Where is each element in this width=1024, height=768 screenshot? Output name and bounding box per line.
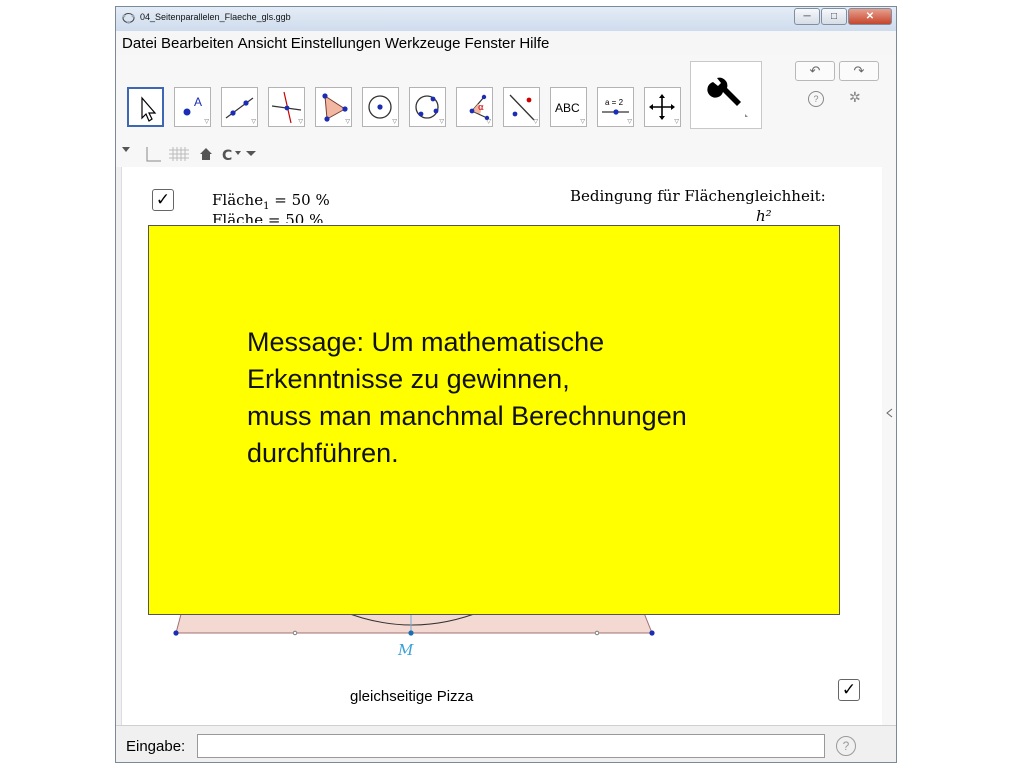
message-box: Message: Um mathematische Erkenntnisse z… — [148, 225, 840, 615]
line-tool[interactable]: ▽ — [221, 87, 258, 127]
dropdown-triangle-icon: ▽ — [204, 119, 209, 125]
window-title: 04_Seitenparallelen_Flaeche_gls.ggb — [140, 12, 291, 22]
menu-bearbeiten[interactable]: Bearbeiten — [161, 35, 234, 52]
angle-tool[interactable]: α ▽ — [456, 87, 493, 127]
maximize-button[interactable]: □ — [821, 8, 847, 25]
dropdown-triangle-icon: ▽ — [439, 119, 444, 125]
point-tool-letter: A — [194, 95, 202, 109]
dropdown-triangle-icon: ▽ — [298, 119, 303, 125]
area2-label: Fläche = 50 % — [212, 211, 324, 223]
collapse-triangle-icon — [122, 147, 130, 152]
menu-datei[interactable]: Datei — [122, 35, 157, 52]
pizza-caption: gleichseitige Pizza — [350, 688, 474, 705]
help-icon[interactable]: ? — [808, 91, 824, 107]
dropdown-triangle-icon: ▽ — [580, 119, 585, 125]
undo-redo-group: ↶ ↷ — [795, 61, 883, 81]
area1-label: Fläche1 = 50 % — [212, 191, 330, 212]
app-window: 04_Seitenparallelen_Flaeche_gls.ggb ─ □ … — [115, 6, 897, 763]
title-bar: 04_Seitenparallelen_Flaeche_gls.ggb ─ □ … — [116, 7, 896, 31]
circle-three-points-tool[interactable]: ▽ — [409, 87, 446, 127]
gear-icon[interactable]: ✲ — [849, 89, 861, 106]
toolbar: A ▽ ▽ ▽ ▽ ▽ ▽ α ▽ ▽ ABC ▽ a = 2 ▽ ▽ ↶ ↷ … — [116, 55, 896, 141]
perpendicular-tool[interactable]: ▽ — [268, 87, 305, 127]
move-tool[interactable] — [127, 87, 164, 127]
dropdown-triangle-icon: ▽ — [486, 119, 491, 125]
style-bar: C — [116, 141, 896, 167]
slider-tool[interactable]: a = 2 ▽ — [597, 87, 634, 127]
menu-einstellungen[interactable]: Einstellungen — [291, 35, 381, 52]
dropdown-triangle-icon: ▽ — [345, 119, 350, 125]
dropdown-triangle-icon: ▽ — [674, 119, 679, 125]
point-m-label: M — [398, 641, 414, 659]
angle-alpha-label: α — [478, 103, 484, 113]
dropdown-triangle-icon: ▽ — [627, 119, 632, 125]
chevron-left-icon — [886, 408, 893, 418]
arrow-pointer-icon — [141, 96, 157, 122]
geogebra-app-icon — [122, 13, 135, 24]
axes-toggle-icon — [146, 147, 161, 162]
menu-hilfe[interactable]: Hilfe — [519, 35, 549, 52]
wrench-icon — [707, 77, 748, 117]
dropdown-triangle-icon: ▽ — [392, 119, 397, 125]
menu-werkzeuge[interactable]: Werkzeuge — [385, 35, 461, 52]
checkbox-show-areas[interactable]: ✓ — [152, 189, 174, 211]
formula-fragment: h² — [756, 207, 772, 225]
undo-button[interactable]: ↶ — [795, 61, 835, 81]
home-icon — [200, 148, 212, 160]
polygon-tool[interactable]: ▽ — [315, 87, 352, 127]
move-graphics-tool[interactable]: ▽ — [644, 87, 681, 127]
checkbox-pizza[interactable]: ✓ — [838, 679, 860, 701]
reflect-tool[interactable]: ▽ — [503, 87, 540, 127]
dropdown-triangle-icon: ▽ — [533, 119, 538, 125]
input-field[interactable] — [197, 734, 825, 758]
point-capture-icon: C — [222, 148, 232, 164]
dropdown-triangle-icon: ▽ — [251, 119, 256, 125]
circle-tool[interactable]: ▽ — [362, 87, 399, 127]
slider-tool-label: a = 2 — [605, 98, 624, 107]
condition-heading: Bedingung für Flächengleichheit: — [570, 187, 826, 205]
message-text: Message: Um mathematische Erkenntnisse z… — [247, 327, 687, 468]
redo-button[interactable]: ↷ — [839, 61, 879, 81]
grid-toggle-icon — [169, 147, 189, 161]
chevron-down-icon — [246, 151, 256, 156]
style-bar-icons: C — [122, 147, 256, 164]
menu-bar: Datei Bearbeiten Ansicht Einstellungen W… — [116, 31, 896, 55]
text-tool[interactable]: ABC ▽ — [550, 87, 587, 127]
close-button[interactable]: ✕ — [848, 8, 892, 25]
menu-fenster[interactable]: Fenster — [464, 35, 515, 52]
customize-toolbar-button[interactable] — [690, 61, 762, 129]
text-tool-abc: ABC — [555, 101, 580, 115]
right-panel-toggle[interactable] — [882, 167, 896, 725]
menu-ansicht[interactable]: Ansicht — [238, 35, 287, 52]
input-label: Eingabe: — [126, 738, 186, 755]
input-bar: Eingabe: ? — [116, 725, 896, 762]
input-help-icon[interactable]: ? — [836, 736, 856, 756]
point-tool[interactable]: A ▽ — [174, 87, 211, 127]
minimize-button[interactable]: ─ — [794, 8, 820, 25]
